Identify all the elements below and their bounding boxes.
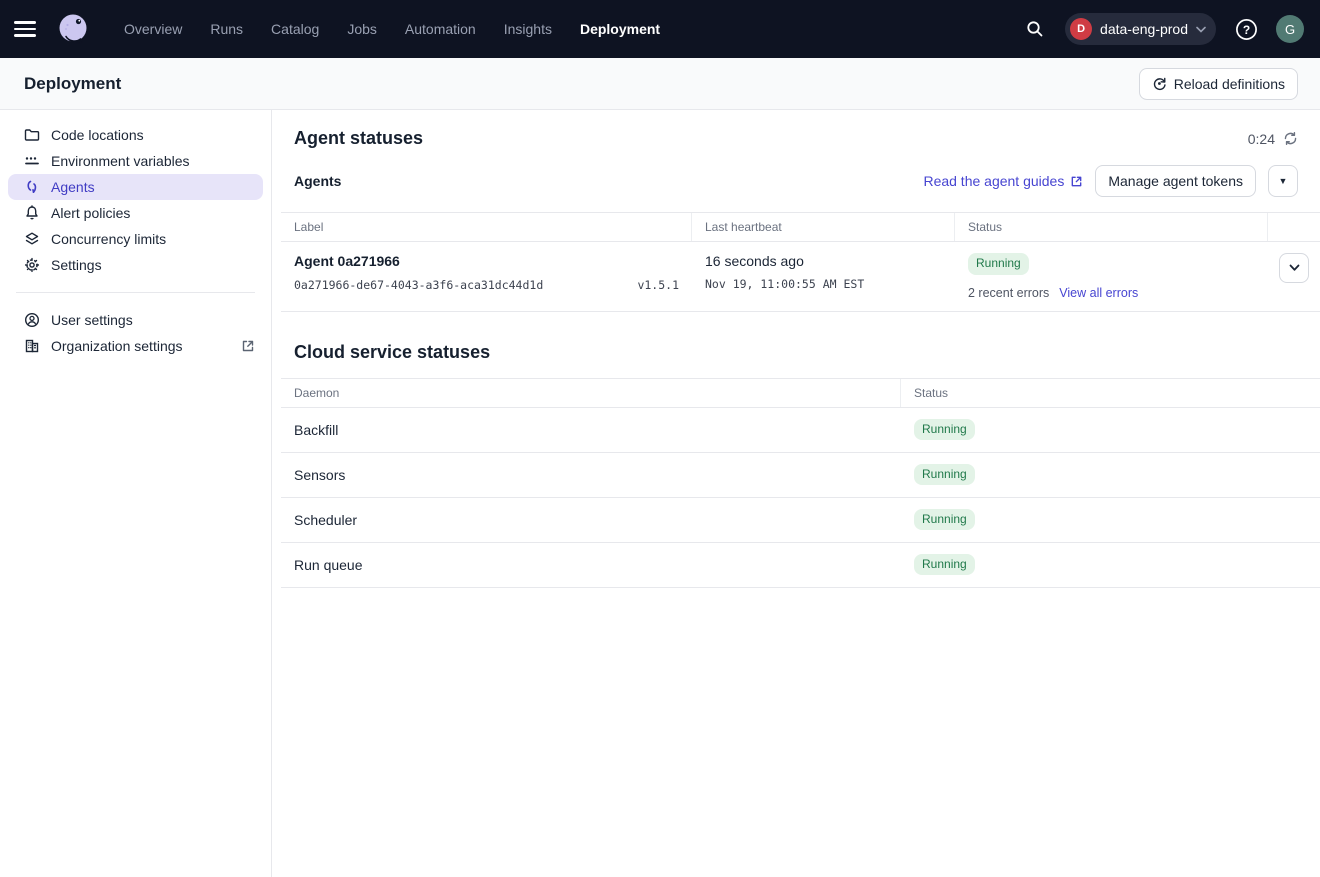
deployment-sidebar: Code locations Environment variables Age… xyxy=(0,110,272,877)
daemons-table: Daemon Status Backfill Running Sensors R… xyxy=(281,378,1320,588)
sidebar-item-label: Organization settings xyxy=(51,338,183,354)
svg-text:?: ? xyxy=(1242,22,1249,36)
agent-name: Agent 0a271966 xyxy=(294,253,679,269)
agent-version: v1.5.1 xyxy=(637,278,679,292)
sidebar-item-agents[interactable]: Agents xyxy=(8,174,263,200)
help-icon[interactable]: ? xyxy=(1230,13,1262,45)
sidebar-item-label: Agents xyxy=(51,179,95,195)
agent-row-expand-button[interactable] xyxy=(1279,253,1309,283)
view-all-errors-link[interactable]: View all errors xyxy=(1059,286,1138,300)
countdown-value: 0:24 xyxy=(1248,131,1275,147)
deployment-name: data-eng-prod xyxy=(1100,21,1188,37)
sidebar-item-label: Alert policies xyxy=(51,205,130,221)
layers-icon xyxy=(24,231,40,247)
sidebar-item-code-locations[interactable]: Code locations xyxy=(8,122,263,148)
cloud-service-statuses-title: Cloud service statuses xyxy=(272,312,1320,363)
agents-table: Label Last heartbeat Status Agent 0a2719… xyxy=(281,212,1320,312)
agents-table-header: Label Last heartbeat Status xyxy=(281,213,1320,242)
status-badge: Running xyxy=(914,509,975,531)
bell-icon xyxy=(24,205,40,221)
search-icon[interactable] xyxy=(1019,13,1051,45)
nav-tab-insights[interactable]: Insights xyxy=(492,13,564,45)
manage-agent-tokens-button[interactable]: Manage agent tokens xyxy=(1095,165,1256,197)
caret-down-icon: ▼ xyxy=(1279,177,1288,186)
column-header-daemon: Daemon xyxy=(281,379,901,407)
sidebar-item-concurrency-limits[interactable]: Concurrency limits xyxy=(8,226,263,252)
sidebar-divider xyxy=(16,292,255,293)
dagster-logo-icon[interactable] xyxy=(54,10,92,48)
daemon-name: Scheduler xyxy=(281,498,901,542)
top-nav: Overview Runs Catalog Jobs Automation In… xyxy=(0,0,1320,58)
nav-tab-overview[interactable]: Overview xyxy=(112,13,194,45)
deployment-switcher[interactable]: D data-eng-prod xyxy=(1065,13,1216,45)
status-badge: Running xyxy=(914,554,975,576)
sidebar-item-settings[interactable]: Settings xyxy=(8,252,263,278)
status-badge: Running xyxy=(914,464,975,486)
agents-subtitle: Agents xyxy=(294,173,341,189)
daemon-row-sensors: Sensors Running xyxy=(281,453,1320,498)
heartbeat-absolute: Nov 19, 11:00:55 AM EST xyxy=(705,277,942,291)
nav-tab-deployment[interactable]: Deployment xyxy=(568,13,672,45)
agent-tokens-dropdown-button[interactable]: ▼ xyxy=(1268,165,1298,197)
sidebar-item-label: Code locations xyxy=(51,127,144,143)
sidebar-item-label: Concurrency limits xyxy=(51,231,166,247)
page-header: Deployment Reload definitions xyxy=(0,58,1320,110)
sidebar-item-organization-settings[interactable]: Organization settings xyxy=(8,333,263,359)
folder-icon xyxy=(24,127,40,143)
app-window: Overview Runs Catalog Jobs Automation In… xyxy=(0,0,1320,877)
nav-tab-runs[interactable]: Runs xyxy=(198,13,255,45)
recent-errors-count: 2 recent errors xyxy=(968,286,1049,300)
chevron-down-icon xyxy=(1196,26,1206,33)
sidebar-item-alert-policies[interactable]: Alert policies xyxy=(8,200,263,226)
agent-id: 0a271966-de67-4043-a3f6-aca31dc44d1d xyxy=(294,278,543,292)
daemon-name: Run queue xyxy=(281,543,901,587)
daemon-name: Sensors xyxy=(281,453,901,497)
status-badge: Running xyxy=(968,253,1029,275)
hamburger-menu-icon[interactable] xyxy=(14,14,44,44)
reload-icon xyxy=(1152,76,1167,91)
heartbeat-relative: 16 seconds ago xyxy=(705,253,942,269)
daemons-table-header: Daemon Status xyxy=(281,379,1320,408)
agent-statuses-title: Agent statuses xyxy=(294,128,423,149)
page-title: Deployment xyxy=(24,74,121,94)
sidebar-item-environment-variables[interactable]: Environment variables xyxy=(8,148,263,174)
column-header-heartbeat: Last heartbeat xyxy=(692,213,955,241)
daemon-row-scheduler: Scheduler Running xyxy=(281,498,1320,543)
env-vars-icon xyxy=(24,153,40,169)
sidebar-item-label: User settings xyxy=(51,312,133,328)
daemon-name: Backfill xyxy=(281,408,901,452)
sidebar-item-label: Settings xyxy=(51,257,102,273)
column-header-expand xyxy=(1268,213,1320,241)
nav-tab-automation[interactable]: Automation xyxy=(393,13,488,45)
reload-definitions-button[interactable]: Reload definitions xyxy=(1139,68,1298,100)
user-circle-icon xyxy=(24,312,40,328)
agent-guides-link[interactable]: Read the agent guides xyxy=(923,173,1083,189)
main-content: Agent statuses 0:24 Agents Read the agen… xyxy=(272,110,1320,877)
daemon-row-run-queue: Run queue Running xyxy=(281,543,1320,588)
user-avatar[interactable]: G xyxy=(1276,15,1304,43)
agent-row: Agent 0a271966 0a271966-de67-4043-a3f6-a… xyxy=(281,242,1320,312)
status-badge: Running xyxy=(914,419,975,441)
sidebar-item-label: Environment variables xyxy=(51,153,190,169)
refresh-icon[interactable] xyxy=(1283,131,1298,146)
agent-icon xyxy=(24,179,40,195)
refresh-countdown: 0:24 xyxy=(1248,131,1298,147)
column-header-status: Status xyxy=(955,213,1268,241)
external-link-icon xyxy=(1070,175,1083,188)
sidebar-item-user-settings[interactable]: User settings xyxy=(8,307,263,333)
chevron-down-icon xyxy=(1289,264,1300,272)
column-header-status: Status xyxy=(901,379,1320,407)
nav-tab-jobs[interactable]: Jobs xyxy=(335,13,389,45)
daemon-row-backfill: Backfill Running xyxy=(281,408,1320,453)
nav-tab-catalog[interactable]: Catalog xyxy=(259,13,331,45)
deployment-initial-badge: D xyxy=(1070,18,1092,40)
column-header-label: Label xyxy=(281,213,692,241)
external-link-icon xyxy=(241,339,255,353)
building-icon xyxy=(24,338,40,354)
gear-icon xyxy=(24,257,40,273)
